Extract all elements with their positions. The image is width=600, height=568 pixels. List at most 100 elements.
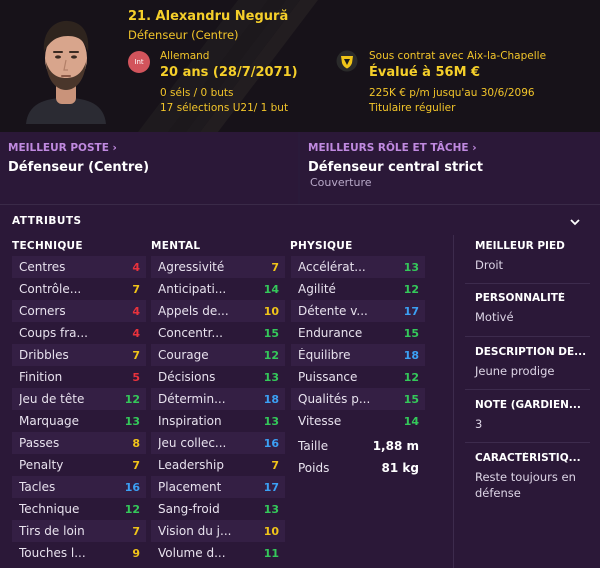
attribute-value: 14 <box>263 282 279 296</box>
attribute-name: Anticipati... <box>158 282 227 296</box>
attribute-row-technical[interactable]: Contrôle... 7 <box>12 278 146 300</box>
personality-block: PERSONNALITÉ Motivé <box>475 292 590 325</box>
attribute-value: 7 <box>132 348 140 362</box>
attribute-value: 18 <box>263 392 279 406</box>
player-traits-value: Reste toujours en défense <box>475 470 576 500</box>
attribute-row-mental[interactable]: Courage 12 <box>151 344 285 366</box>
attribute-value: 9 <box>132 546 140 560</box>
attribute-value: 7 <box>271 458 279 472</box>
attribute-row-mental[interactable]: Volume d... 11 <box>151 542 285 564</box>
attribute-name: Puissance <box>298 370 358 384</box>
attribute-name: Agressivité <box>158 260 225 274</box>
attribute-row-technical[interactable]: Passes 8 <box>12 432 146 454</box>
gk-rating-block: NOTE (GARDIEN... 3 <box>475 399 590 432</box>
weight-label: Poids <box>298 461 330 475</box>
gk-rating-value: 3 <box>475 417 483 431</box>
attribute-value: 13 <box>263 502 279 516</box>
best-position-link[interactable]: MEILLEUR POSTE › <box>8 142 117 154</box>
attribute-value: 15 <box>403 392 419 406</box>
attribute-row-mental[interactable]: Décisions 13 <box>151 366 285 388</box>
attribute-row-mental[interactable]: Agressivité 7 <box>151 256 285 278</box>
preferred-foot-value: Droit <box>475 258 504 272</box>
attribute-row-technical[interactable]: Centres 4 <box>12 256 146 278</box>
attribute-row-physical[interactable]: Accélérat... 13 <box>291 256 425 278</box>
attribute-row-physical[interactable]: Équilibre 18 <box>291 344 425 366</box>
media-description-block: DESCRIPTION DE... Jeune prodige <box>475 346 590 379</box>
attribute-row-technical[interactable]: Corners 4 <box>12 300 146 322</box>
attribute-row-mental[interactable]: Anticipati... 14 <box>151 278 285 300</box>
contract-club-link[interactable]: Sous contrat avec Aix-la-Chapelle <box>369 50 546 62</box>
attribute-name: Marquage <box>19 414 80 428</box>
attribute-row-mental[interactable]: Vision du j... 10 <box>151 520 285 542</box>
attribute-row-technical[interactable]: Finition 5 <box>12 366 146 388</box>
attribute-row-technical[interactable]: Tacles 16 <box>12 476 146 498</box>
nationality-link[interactable]: Allemand <box>160 50 209 62</box>
player-age: 20 ans (28/7/2071) <box>160 65 298 80</box>
attribute-row-technical[interactable]: Tirs de loin 7 <box>12 520 146 542</box>
attribute-value: 13 <box>124 414 140 428</box>
club-crest-icon[interactable] <box>336 50 358 72</box>
separator <box>465 442 590 443</box>
attribute-name: Technique <box>19 502 80 516</box>
attribute-row-mental[interactable]: Leadership 7 <box>151 454 285 476</box>
attribute-row-physical[interactable]: Agilité 12 <box>291 278 425 300</box>
attribute-value: 10 <box>263 304 279 318</box>
attribute-row-physical[interactable]: Puissance 12 <box>291 366 425 388</box>
attribute-row-technical[interactable]: Marquage 13 <box>12 410 146 432</box>
attribute-row-mental[interactable]: Jeu collec... 16 <box>151 432 285 454</box>
weight-row: Poids 81 kg <box>291 457 425 479</box>
best-role-link[interactable]: MEILLEURS RÔLE ET TÂCHE › <box>308 142 477 154</box>
side-divider <box>453 235 454 568</box>
media-description-label: DESCRIPTION DE... <box>475 346 587 358</box>
attribute-name: Tacles <box>19 480 56 494</box>
attribute-row-mental[interactable]: Appels de... 10 <box>151 300 285 322</box>
attribute-value: 12 <box>403 370 419 384</box>
squad-status: Titulaire régulier <box>369 102 456 114</box>
attribute-value: 4 <box>132 260 140 274</box>
nationality-badge[interactable]: Int <box>128 51 150 73</box>
attribute-name: Concentr... <box>158 326 223 340</box>
attribute-value: 15 <box>263 326 279 340</box>
attribute-row-technical[interactable]: Jeu de tête 12 <box>12 388 146 410</box>
personality-value: Motivé <box>475 310 514 324</box>
chevron-down-icon[interactable] <box>568 215 582 229</box>
attribute-row-technical[interactable]: Coups fra... 4 <box>12 322 146 344</box>
attribute-value: 13 <box>263 370 279 384</box>
attribute-name: Inspiration <box>158 414 222 428</box>
mental-header: MENTAL <box>151 240 201 252</box>
attribute-row-technical[interactable]: Touches l... 9 <box>12 542 146 564</box>
attribute-name: Passes <box>19 436 60 450</box>
technical-header: TECHNIQUE <box>12 240 83 252</box>
attribute-row-technical[interactable]: Penalty 7 <box>12 454 146 476</box>
attribute-row-physical[interactable]: Détente v... 17 <box>291 300 425 322</box>
chevron-right-icon: › <box>112 142 117 154</box>
attributes-panel: ATTRIBUTS TECHNIQUE MENTAL PHYSIQUE Tail… <box>0 204 600 568</box>
attribute-row-physical[interactable]: Vitesse 14 <box>291 410 425 432</box>
attribute-row-technical[interactable]: Technique 12 <box>12 498 146 520</box>
height-value: 1,88 m <box>372 439 419 453</box>
attribute-value: 16 <box>263 436 279 450</box>
attribute-row-technical[interactable]: Dribbles 7 <box>12 344 146 366</box>
attribute-row-mental[interactable]: Détermin... 18 <box>151 388 285 410</box>
attribute-value: 18 <box>403 348 419 362</box>
attribute-row-physical[interactable]: Endurance 15 <box>291 322 425 344</box>
attribute-value: 13 <box>403 260 419 274</box>
attribute-name: Équilibre <box>298 348 351 362</box>
attributes-title: ATTRIBUTS <box>12 215 82 227</box>
separator <box>465 336 590 337</box>
separator <box>465 283 590 284</box>
attribute-row-mental[interactable]: Concentr... 15 <box>151 322 285 344</box>
best-position-label: MEILLEUR POSTE <box>8 142 109 154</box>
height-label: Taille <box>298 439 329 453</box>
attribute-row-mental[interactable]: Inspiration 13 <box>151 410 285 432</box>
attribute-value: 11 <box>263 546 279 560</box>
attribute-name: Courage <box>158 348 209 362</box>
attribute-name: Appels de... <box>158 304 229 318</box>
attribute-row-physical[interactable]: Qualités p... 15 <box>291 388 425 410</box>
physical-header: PHYSIQUE <box>290 240 353 252</box>
attribute-value: 12 <box>124 392 140 406</box>
attribute-row-mental[interactable]: Placement 17 <box>151 476 285 498</box>
attribute-value: 13 <box>263 414 279 428</box>
attribute-row-mental[interactable]: Sang-froid 13 <box>151 498 285 520</box>
u21-caps: 17 sélections U21/ 1 but <box>160 102 289 114</box>
